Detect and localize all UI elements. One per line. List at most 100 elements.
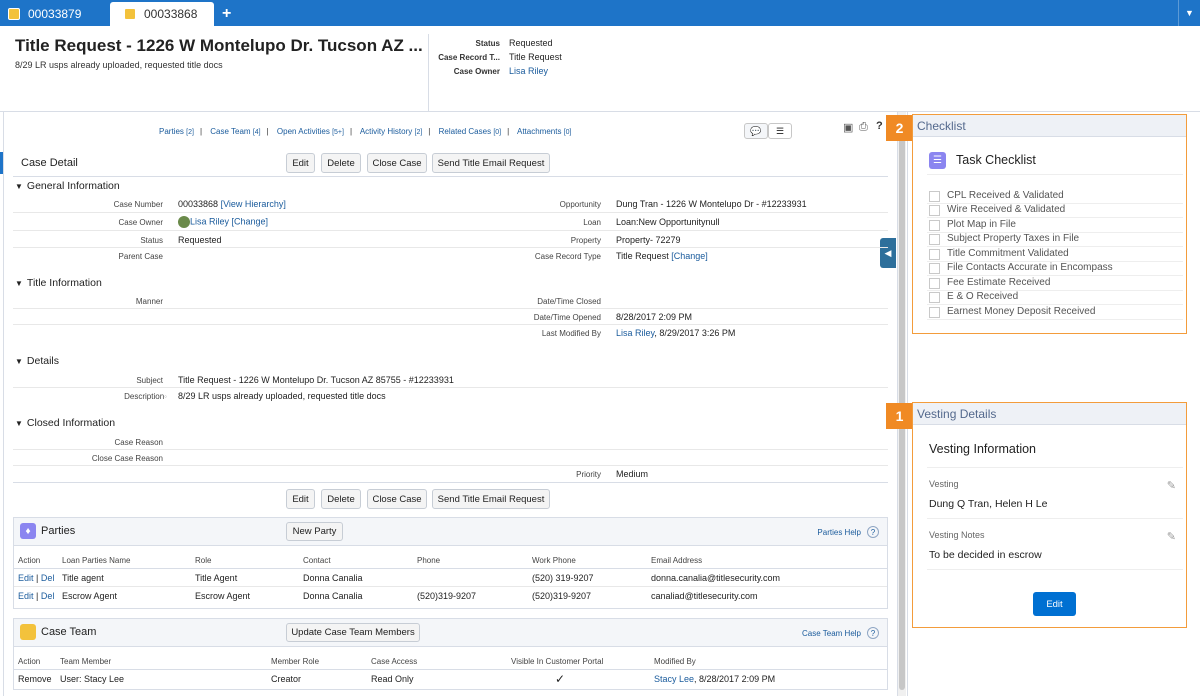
help-icon[interactable]: ? [867,627,879,639]
col-work-phone: Work Phone [532,556,576,565]
send-title-email-button[interactable]: Send Title Email Request [432,153,550,173]
checkbox[interactable] [929,191,940,202]
parties-help-link[interactable]: Parties Help [817,528,861,537]
modified-user-link[interactable]: Stacy Lee [654,674,694,684]
party-name-link[interactable]: Escrow Agent [62,591,117,601]
new-party-button[interactable]: New Party [286,522,343,541]
change-record-type-link[interactable]: [Change] [671,251,708,261]
help-icon[interactable]: ? [876,120,883,132]
del-link[interactable]: Del [41,573,55,583]
page-subtitle: 8/29 LR usps already uploaded, requested… [15,60,223,70]
tab-case-00033879[interactable]: 00033879 [8,2,108,26]
change-owner-link[interactable]: [Change] [232,216,269,226]
checkbox[interactable] [929,249,940,260]
party-contact-link[interactable]: Donna Canalia [303,591,363,601]
party-contact-link[interactable]: Donna Canalia [303,573,363,583]
edit-pencil-icon[interactable]: ✎ [1167,479,1176,492]
edit-link[interactable]: Edit [18,573,34,583]
case-team-help-link[interactable]: Case Team Help [802,629,861,638]
link-parties[interactable]: Parties [2] [159,127,194,136]
delete-button-bottom[interactable]: Delete [321,489,361,509]
section-details[interactable]: ▼ Details [15,355,59,367]
case-icon [8,8,20,20]
checklist-item: File Contacts Accurate in Encompass [947,262,1113,273]
record-type-label: Case Record T... [438,53,500,62]
view-hierarchy-link[interactable]: [View Hierarchy] [221,199,286,209]
checklist-item: E & O Received [947,291,1019,302]
party-email-link[interactable]: canaliad@titlesecurity.com [651,591,758,601]
vesting-notes-value: To be decided in escrow [929,549,1042,561]
checkbox[interactable] [929,307,940,318]
remove-link[interactable]: Remove [18,674,52,684]
vesting-edit-button[interactable]: Edit [1033,592,1076,616]
divider [927,174,1183,175]
record-type-value: Title Request [509,52,562,62]
loan-link[interactable]: Loan:New Opportunitynull [616,217,720,227]
section-general-information[interactable]: ▼ General Information [15,180,120,192]
property-link[interactable]: Property- 72279 [616,235,681,245]
edit-link[interactable]: Edit [18,591,34,601]
tab-case-00033868[interactable]: 00033868 [110,2,214,26]
close-case-button-bottom[interactable]: Close Case [367,489,427,509]
record-type-value: Title Request [Change] [616,251,708,261]
link-attachments[interactable]: Attachments [0] [517,127,572,136]
link-activity-history[interactable]: Activity History [2] [360,127,422,136]
party-phone: (520)319-9207 [417,591,477,601]
related-list-links: Parties [2] | Case Team [4] | Open Activit… [159,127,572,136]
link-open-activities[interactable]: Open Activities [5+] [277,127,344,136]
delete-button[interactable]: Delete [321,153,361,173]
checkbox[interactable] [929,220,940,231]
team-member-link[interactable]: User: Stacy Lee [60,674,124,684]
task-checklist-title: Task Checklist [956,153,1036,167]
case-team-related-list: Case Team Update Case Team Members Case … [13,618,888,690]
priority-label: Priority [576,470,601,479]
add-tab-icon[interactable]: + [222,2,231,26]
checkbox[interactable] [929,263,940,274]
list-icon[interactable]: ☰ [768,123,792,139]
case-detail-title: Case Detail [21,157,78,169]
member-role-link[interactable]: Creator [271,674,301,684]
date-opened-label: Date/Time Opened [533,313,601,322]
link-case-team[interactable]: Case Team [4] [210,127,260,136]
priority-value: Medium [616,469,649,479]
section-closed-information[interactable]: ▼ Closed Information [15,417,115,429]
edit-button-bottom[interactable]: Edit [286,489,315,509]
case-owner-link[interactable]: Lisa Riley [509,66,548,76]
row-divider [14,669,887,670]
col-case-access: Case Access [371,657,418,666]
checkbox[interactable] [929,278,940,289]
update-case-team-button[interactable]: Update Case Team Members [286,623,420,642]
chevron-down-icon[interactable]: ▼ [1178,0,1200,26]
edit-pencil-icon[interactable]: ✎ [1167,530,1176,543]
divider [927,304,1183,305]
manner-label: Manner [135,297,163,306]
divider [927,246,1183,247]
collapse-sidebar-button[interactable]: ◀ [880,238,896,268]
feed-icon[interactable]: 💬 [744,123,768,139]
section-title-information[interactable]: ▼ Title Information [15,277,102,289]
opportunity-link[interactable]: Dung Tran - 1226 W Montelupo Dr - #12233… [616,199,807,209]
party-email-link[interactable]: donna.canalia@titlesecurity.com [651,573,780,583]
case-team-header: Case Team Update Case Team Members Case … [14,619,887,647]
link-related-cases[interactable]: Related Cases [0] [439,127,502,136]
case-reason-label: Case Reason [114,438,163,447]
checkbox[interactable] [929,292,940,303]
checkbox[interactable] [929,234,940,245]
tab-label: 00033879 [28,7,82,21]
checkbox[interactable] [929,205,940,216]
col-role: Role [195,556,212,565]
edit-button[interactable]: Edit [286,153,315,173]
help-icon[interactable]: ? [867,526,879,538]
del-link[interactable]: Del [41,591,55,601]
description-value: 8/29 LR usps already uploaded, requested… [178,391,386,401]
checklist-panel: Checklist ☰ Task Checklist CPL Received … [912,114,1187,334]
print-icon[interactable]: ⎙ [859,121,868,134]
close-case-button[interactable]: Close Case [367,153,427,173]
row-divider [13,230,888,231]
modified-user-link[interactable]: Lisa Riley [616,328,654,338]
case-owner-link[interactable]: Lisa Riley [190,216,229,226]
page-title: Title Request - 1226 W Montelupo Dr. Tuc… [15,36,423,55]
send-title-email-button-bottom[interactable]: Send Title Email Request [432,489,550,509]
party-name-link[interactable]: Title agent [62,573,104,583]
layout-icon[interactable]: ▣ [843,121,853,134]
